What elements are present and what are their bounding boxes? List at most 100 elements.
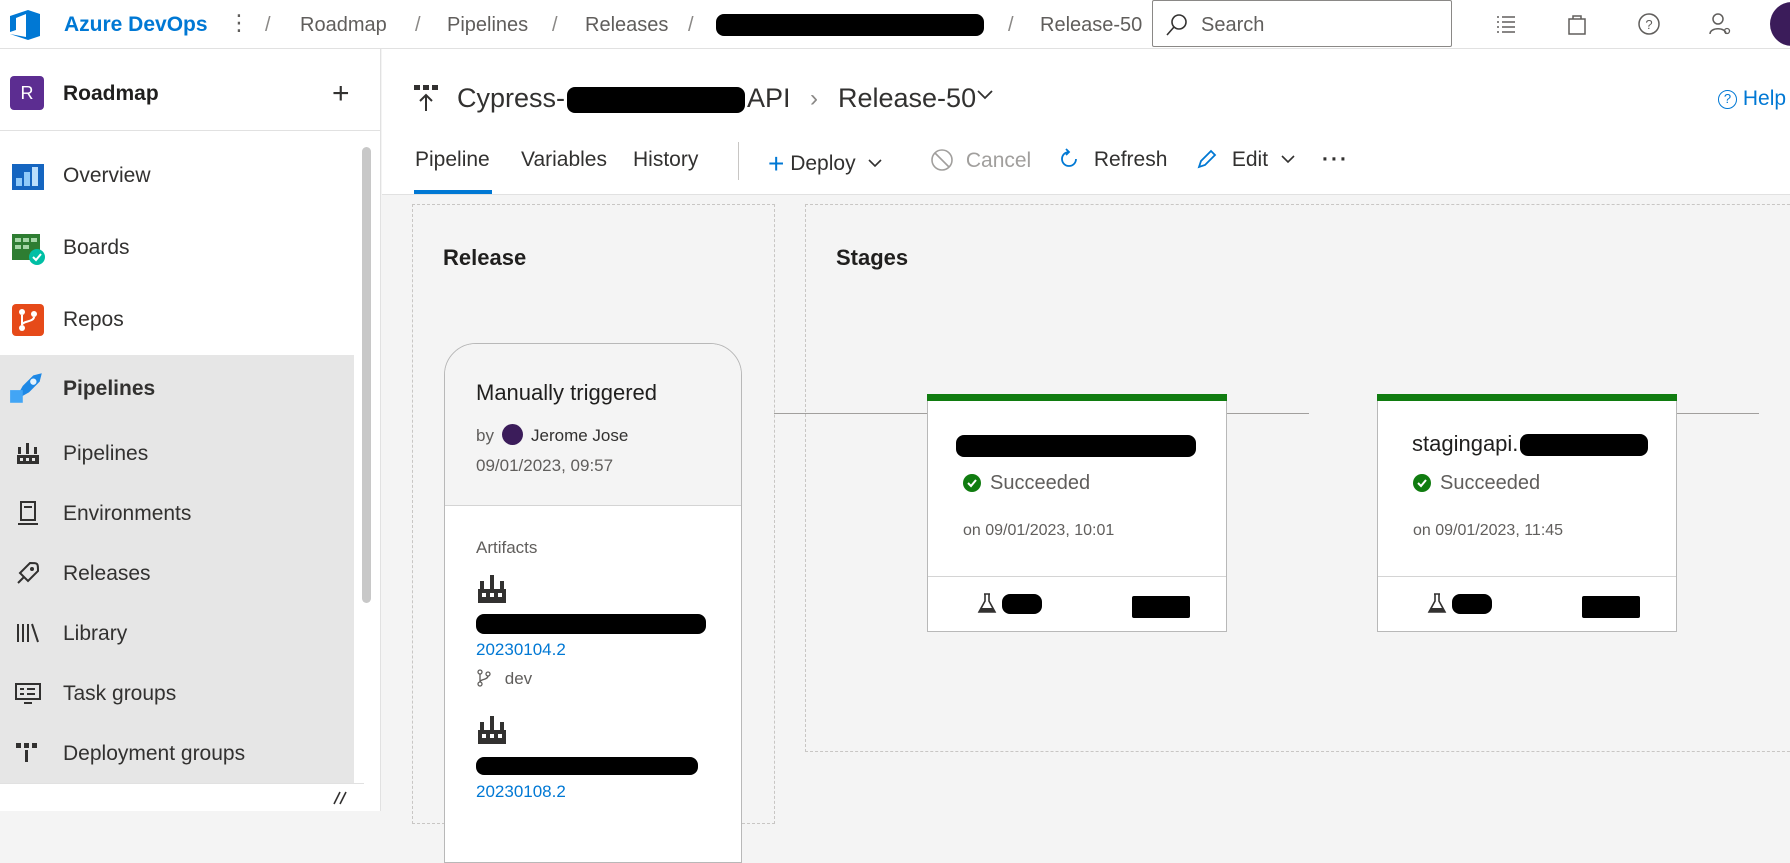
tab-variables[interactable]: Variables — [521, 148, 607, 172]
build-artifact-icon — [478, 575, 506, 603]
sidebar-item-repos[interactable]: Repos — [0, 290, 354, 350]
settings-list-icon[interactable] — [1494, 12, 1518, 36]
azure-devops-logo-icon[interactable] — [6, 8, 44, 42]
sidebar-subitem-pipelines[interactable]: Pipelines — [0, 423, 354, 483]
artifact-name-redacted[interactable] — [476, 757, 698, 779]
collapse-sidebar-icon[interactable] — [330, 790, 350, 806]
breadcrumb-release[interactable]: Release-50 — [1040, 14, 1142, 37]
marketplace-bag-icon[interactable] — [1565, 12, 1589, 36]
user-avatar — [502, 424, 523, 445]
trigger-summary: Manually triggered by Jerome Jose 09/01/… — [445, 344, 741, 506]
tab-history[interactable]: History — [633, 148, 698, 172]
chevron-down-icon[interactable] — [976, 89, 994, 101]
brand-name[interactable]: Azure DevOps — [64, 13, 208, 37]
sidebar-item-label: Deployment groups — [63, 742, 246, 765]
sidebar-subitem-library[interactable]: Library — [0, 603, 354, 663]
pipeline-title-prefix: Cypress- — [457, 83, 566, 113]
more-options-icon[interactable]: ⋮ — [228, 10, 250, 36]
help-link[interactable]: ? Help — [1718, 87, 1786, 111]
task-groups-icon — [15, 683, 41, 704]
artifact-version[interactable]: 20230108.2 — [476, 782, 566, 802]
user-avatar[interactable] — [1770, 2, 1790, 46]
edit-button[interactable]: Edit — [1196, 148, 1296, 172]
plus-icon: + — [768, 148, 785, 179]
deploy-button[interactable]: + Deploy — [768, 148, 883, 180]
artifact-version[interactable]: 20230104.2 — [476, 640, 566, 660]
cancel-button[interactable]: Cancel — [930, 148, 1031, 173]
branch-icon — [477, 669, 491, 687]
release-trigger-card[interactable]: Manually triggered by Jerome Jose 09/01/… — [444, 343, 742, 863]
search-box[interactable]: Search — [1152, 0, 1452, 47]
project-name[interactable]: Roadmap — [63, 82, 159, 106]
breadcrumb-separator: / — [1008, 14, 1014, 36]
release-name[interactable]: Release-50 — [838, 83, 976, 114]
sidebar: R Roadmap + Overview Boards Repos Pipeli… — [0, 49, 381, 811]
pipelines-sub-icon — [17, 443, 39, 464]
chevron-down-icon — [1281, 155, 1295, 164]
pipeline-title[interactable]: Cypress- API — [457, 83, 791, 114]
logs-link-redacted[interactable] — [1582, 596, 1640, 618]
build-artifact-icon — [478, 716, 506, 744]
sidebar-item-pipelines[interactable]: Pipelines — [0, 355, 354, 423]
sidebar-item-label: Environments — [63, 502, 192, 525]
add-icon[interactable]: + — [332, 77, 350, 111]
trigger-user[interactable]: Jerome Jose — [531, 426, 628, 446]
artifacts-label: Artifacts — [476, 538, 538, 557]
sidebar-subitem-task-groups[interactable]: Task groups — [0, 663, 354, 723]
tab-pipeline[interactable]: Pipeline — [415, 148, 490, 172]
trigger-type: Manually triggered — [476, 380, 657, 405]
stage-name[interactable]: stagingapi. — [1412, 431, 1649, 457]
refresh-button[interactable]: Refresh — [1058, 148, 1167, 172]
sidebar-item-label: Pipelines — [63, 442, 149, 465]
user-settings-icon[interactable] — [1708, 12, 1732, 36]
chevron-down-icon — [868, 159, 882, 168]
stage-status-bar — [1377, 394, 1677, 401]
breadcrumb-pipeline-redacted[interactable] — [716, 14, 984, 36]
branch-name: dev — [504, 669, 533, 688]
breadcrumb-roadmap[interactable]: Roadmap — [300, 14, 387, 37]
sidebar-subitem-releases[interactable]: Releases — [0, 543, 354, 603]
success-check-icon — [1413, 474, 1431, 492]
stage-card[interactable]: stagingapi. Succeeded on 09/01/2023, 11:… — [1377, 394, 1677, 632]
sidebar-subitem-environments[interactable]: Environments — [0, 483, 354, 543]
refresh-label: Refresh — [1093, 148, 1168, 171]
logs-link-redacted[interactable] — [1132, 596, 1190, 618]
refresh-icon — [1061, 148, 1077, 167]
pencil-icon — [1197, 149, 1217, 169]
artifact-name-redacted[interactable] — [476, 614, 706, 636]
stage-name-visible: stagingapi. — [1412, 431, 1519, 456]
top-bar: Azure DevOps ⋮ / Roadmap / Pipelines / R… — [0, 0, 1790, 49]
redacted-text — [476, 757, 698, 775]
help-icon[interactable]: ? — [1637, 12, 1661, 36]
release-header: Cypress- API › Release-50 ? Help Pipeline… — [382, 49, 1790, 195]
stage-footer — [1378, 576, 1676, 632]
breadcrumb-releases[interactable]: Releases — [585, 14, 668, 37]
release-pipeline-icon — [414, 85, 438, 111]
sidebar-scrollbar[interactable] — [362, 147, 371, 603]
search-placeholder: Search — [1201, 14, 1265, 36]
sidebar-item-boards[interactable]: Boards — [0, 218, 354, 278]
deploy-label: Deploy — [790, 152, 856, 175]
breadcrumb-separator: / — [415, 14, 421, 36]
test-result-redacted — [1452, 594, 1492, 614]
sidebar-item-overview[interactable]: Overview — [0, 146, 354, 206]
project-badge[interactable]: R — [10, 76, 44, 110]
sidebar-item-label: Boards — [63, 236, 130, 259]
stage-name-redacted[interactable] — [956, 435, 1196, 461]
stage-status: Succeeded — [1440, 472, 1541, 494]
test-flask-icon[interactable] — [976, 592, 998, 614]
releases-icon — [17, 561, 40, 584]
stage-card[interactable]: Succeeded on 09/01/2023, 10:01 — [927, 394, 1227, 632]
more-actions-icon[interactable]: ··· — [1322, 148, 1349, 172]
stage-status-bar — [927, 394, 1227, 401]
sidebar-subitem-deployment-groups[interactable]: Deployment groups — [0, 723, 354, 783]
project-header: R Roadmap + — [0, 49, 381, 131]
breadcrumb-pipelines[interactable]: Pipelines — [447, 14, 528, 37]
active-tab-indicator — [414, 190, 492, 194]
sidebar-item-label: Pipelines — [63, 377, 156, 400]
success-check-icon — [963, 474, 981, 492]
artifact-branch: dev — [476, 669, 532, 689]
test-flask-icon[interactable] — [1426, 592, 1448, 614]
search-icon — [1166, 14, 1187, 36]
pipeline-title-suffix: API — [747, 83, 791, 113]
